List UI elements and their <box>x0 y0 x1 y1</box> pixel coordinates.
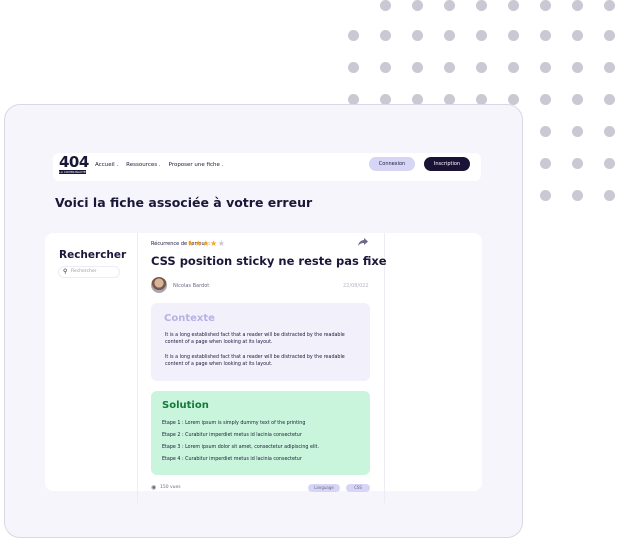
nav-item-ressources[interactable]: Ressources . <box>126 162 160 168</box>
decorative-dot <box>604 94 615 105</box>
logo-subtitle: LA COMMUNAUTÉ <box>59 170 86 174</box>
decorative-dot <box>540 190 551 201</box>
tag-css[interactable]: CSS <box>346 484 370 492</box>
search-placeholder: Rechercher <box>71 269 97 274</box>
decorative-dot <box>380 30 391 41</box>
solution-box: Solution Etape 1 : Lorem ipsum is simply… <box>151 391 370 475</box>
search-title: Rechercher <box>59 249 127 261</box>
top-navbar: 404 LA COMMUNAUTÉ Accueil . Ressources .… <box>53 153 481 181</box>
column-divider <box>137 233 138 503</box>
decorative-dot <box>540 62 551 73</box>
browser-frame: 404 LA COMMUNAUTÉ Accueil . Ressources .… <box>4 104 523 538</box>
decorative-dot <box>348 30 359 41</box>
decorative-dot <box>444 62 455 73</box>
decorative-dot <box>412 30 423 41</box>
page-title: Voici la fiche associée à votre erreur <box>55 195 313 210</box>
decorative-dot <box>572 0 583 11</box>
decorative-dot <box>412 62 423 73</box>
solution-step: Etape 4 : Curabitur imperdiet metus id l… <box>162 457 302 462</box>
decorative-dot <box>380 0 391 11</box>
decorative-dot <box>476 0 487 11</box>
author-name[interactable]: Nicolas Bardot <box>173 283 209 289</box>
main-content: Rechercher ⚲ Rechercher Récurrence de l'… <box>45 233 482 503</box>
author-avatar <box>151 277 167 293</box>
views-count: 150 vues <box>160 485 181 490</box>
decorative-dot <box>540 30 551 41</box>
solution-step: Etape 1 : Lorem ipsum is simply dummy te… <box>162 421 306 426</box>
context-paragraph: It is a long established fact that a rea… <box>165 333 345 345</box>
star-icon: ★ <box>187 239 195 248</box>
context-paragraph: It is a long established fact that a rea… <box>165 355 345 367</box>
decorative-dot <box>572 62 583 73</box>
nav-item-accueil[interactable]: Accueil . <box>95 162 118 168</box>
share-icon[interactable] <box>358 237 368 247</box>
decorative-dot <box>412 0 423 11</box>
decorative-dot <box>540 126 551 137</box>
login-button[interactable]: Connexion <box>369 157 415 171</box>
star-icon: ★ <box>217 239 226 248</box>
decorative-dot <box>508 62 519 73</box>
decorative-dot <box>540 158 551 169</box>
decorative-dot <box>476 62 487 73</box>
decorative-dot <box>476 30 487 41</box>
article-title: CSS position sticky ne reste pas fixe <box>151 254 387 268</box>
decorative-dot <box>604 0 615 11</box>
decorative-dot <box>380 62 391 73</box>
decorative-dot <box>604 30 615 41</box>
tag-language[interactable]: Language <box>308 484 340 492</box>
article-footer: ◉ 150 vues Language CSS <box>151 484 370 494</box>
decorative-dot <box>508 0 519 11</box>
solution-step: Etape 2 : Curabitur imperdiet metus id l… <box>162 433 302 438</box>
decorative-dot <box>508 30 519 41</box>
search-input[interactable]: ⚲ Rechercher <box>58 266 120 278</box>
decorative-dot <box>444 0 455 11</box>
decorative-dot <box>572 94 583 105</box>
context-box: Contexte It is a long established fact t… <box>151 303 370 381</box>
decorative-dot <box>604 158 615 169</box>
star-icon: ★ <box>202 239 211 248</box>
star-icon: ★ <box>210 239 218 248</box>
publish-date: 22/08/022 <box>343 283 369 289</box>
decorative-dot <box>348 62 359 73</box>
decorative-dot <box>540 94 551 105</box>
search-icon: ⚲ <box>63 268 68 275</box>
nav-item-proposer-fiche[interactable]: Proposer une fiche . <box>169 162 224 168</box>
decorative-dot <box>572 126 583 137</box>
rating-stars: ★★★★★ <box>187 239 225 248</box>
decorative-dot <box>604 126 615 137</box>
decorative-dot <box>572 30 583 41</box>
decorative-dot <box>604 62 615 73</box>
context-title: Contexte <box>164 313 215 324</box>
solution-step: Etape 3 : Lorem ipsum dolor sit amet, co… <box>162 445 319 450</box>
eye-icon: ◉ <box>151 484 157 491</box>
decorative-dot <box>540 0 551 11</box>
nav-menu: Accueil . Ressources . Proposer une fich… <box>95 162 223 168</box>
logo[interactable]: 404 LA COMMUNAUTÉ <box>59 153 89 174</box>
signup-button[interactable]: Inscription <box>424 157 470 171</box>
decorative-dot <box>444 30 455 41</box>
logo-number: 404 <box>59 153 89 171</box>
decorative-dot <box>572 158 583 169</box>
decorative-dot <box>604 190 615 201</box>
column-divider <box>384 233 385 503</box>
solution-title: Solution <box>162 400 209 411</box>
decorative-dot <box>572 190 583 201</box>
